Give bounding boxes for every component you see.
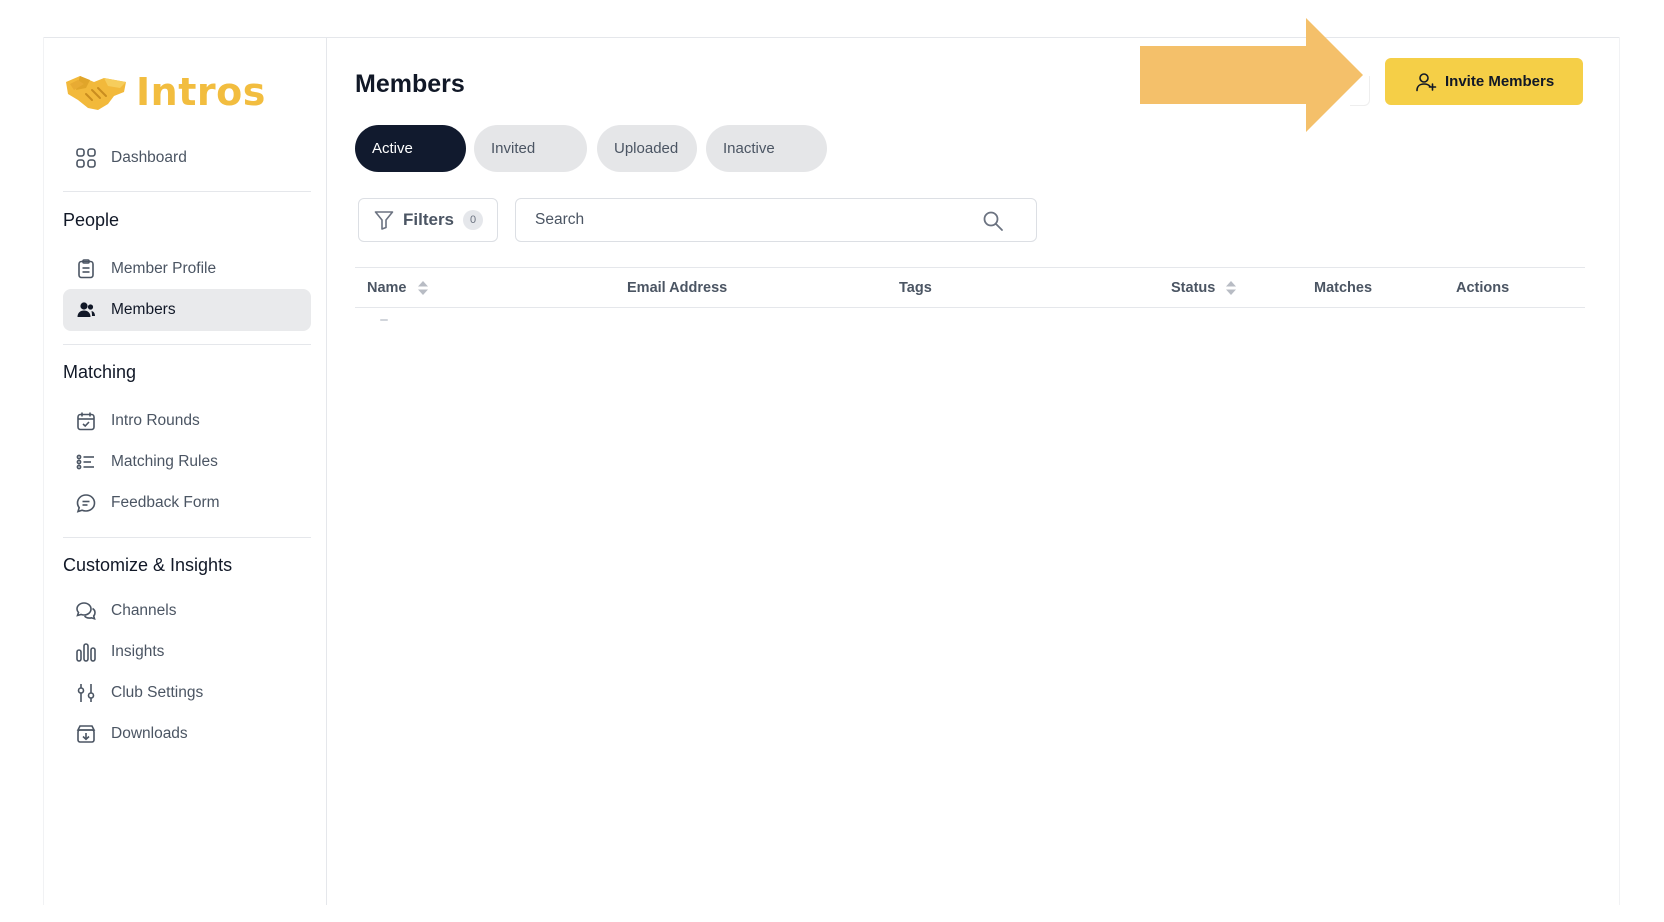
sidebar-item-channels[interactable]: Channels [63, 590, 311, 632]
loading-indicator [380, 319, 388, 321]
sidebar-item-label: Downloads [111, 725, 188, 742]
message-icon [75, 492, 97, 514]
user-plus-icon [1416, 72, 1437, 91]
sidebar-item-label: Feedback Form [111, 494, 220, 511]
tab-uploaded[interactable]: Uploaded [597, 125, 697, 172]
filter-icon [374, 211, 394, 230]
app-logo[interactable]: Intros [64, 70, 266, 114]
column-label: Name [367, 280, 407, 296]
column-label: Status [1171, 280, 1216, 296]
sidebar-item-label: Dashboard [111, 149, 187, 166]
page-title: Members [355, 70, 465, 98]
tab-active[interactable]: Active [355, 125, 466, 172]
column-header-actions: Actions [1456, 280, 1510, 296]
sidebar-item-matching-rules[interactable]: Matching Rules [63, 441, 311, 483]
sidebar-item-members[interactable]: Members [63, 289, 311, 331]
sidebar-item-insights[interactable]: Insights [63, 631, 311, 673]
divider [63, 191, 311, 192]
column-header-matches: Matches [1314, 280, 1373, 296]
search-input[interactable] [535, 211, 975, 229]
chat-icon [75, 600, 97, 622]
app-name: Intros [136, 70, 266, 114]
divider [63, 344, 311, 345]
sidebar-item-member-profile[interactable]: Member Profile [63, 248, 311, 290]
column-header-tags: Tags [899, 280, 932, 296]
section-title-people: People [63, 210, 120, 230]
column-header-status[interactable]: Status [1171, 280, 1237, 296]
search-icon[interactable] [982, 210, 1004, 232]
sidebar: Intros Dashboard People Member Profile M… [44, 38, 327, 905]
sidebar-item-label: Members [111, 301, 176, 318]
tab-inactive[interactable]: Inactive [706, 125, 827, 172]
calendar-check-icon [75, 410, 97, 432]
section-title-matching: Matching [63, 362, 137, 382]
clipboard-icon [75, 258, 97, 280]
frame-edge [1619, 37, 1620, 905]
sliders-icon [75, 682, 97, 704]
sidebar-item-feedback-form[interactable]: Feedback Form [63, 482, 311, 524]
sidebar-item-label: Club Settings [111, 684, 204, 701]
filters-button[interactable]: Filters 0 [358, 198, 498, 242]
handshake-logo-icon [66, 76, 126, 110]
section-title-customize-insights: Customize & Insights [63, 555, 233, 575]
download-box-icon [75, 723, 97, 745]
column-header-email: Email Address [627, 280, 728, 296]
sort-icon[interactable] [417, 280, 429, 296]
grid-icon [75, 147, 97, 169]
users-icon [75, 299, 97, 321]
search-field[interactable] [515, 198, 1037, 242]
sidebar-item-intro-rounds[interactable]: Intro Rounds [63, 400, 311, 442]
sidebar-item-label: Intro Rounds [111, 412, 200, 429]
sort-icon[interactable] [1225, 280, 1237, 296]
sidebar-item-label: Insights [111, 643, 165, 660]
filters-count-badge: 0 [463, 210, 484, 230]
bar-chart-icon [75, 641, 97, 663]
list-icon [75, 451, 97, 473]
tab-invited[interactable]: Invited [474, 125, 587, 172]
table-header: Name Email Address Tags Status Matches A… [355, 267, 1585, 308]
sidebar-item-label: Channels [111, 602, 177, 619]
annotation-arrow-icon [1140, 18, 1363, 132]
divider [63, 537, 311, 538]
sidebar-item-club-settings[interactable]: Club Settings [63, 672, 311, 714]
sidebar-item-label: Member Profile [111, 260, 217, 277]
column-header-name[interactable]: Name [367, 280, 429, 296]
filters-label: Filters [403, 210, 455, 229]
invite-members-button[interactable]: Invite Members [1385, 58, 1583, 105]
sidebar-item-downloads[interactable]: Downloads [63, 713, 311, 755]
invite-members-label: Invite Members [1445, 73, 1555, 90]
sidebar-item-dashboard[interactable]: Dashboard [63, 137, 311, 179]
sidebar-item-label: Matching Rules [111, 453, 218, 470]
